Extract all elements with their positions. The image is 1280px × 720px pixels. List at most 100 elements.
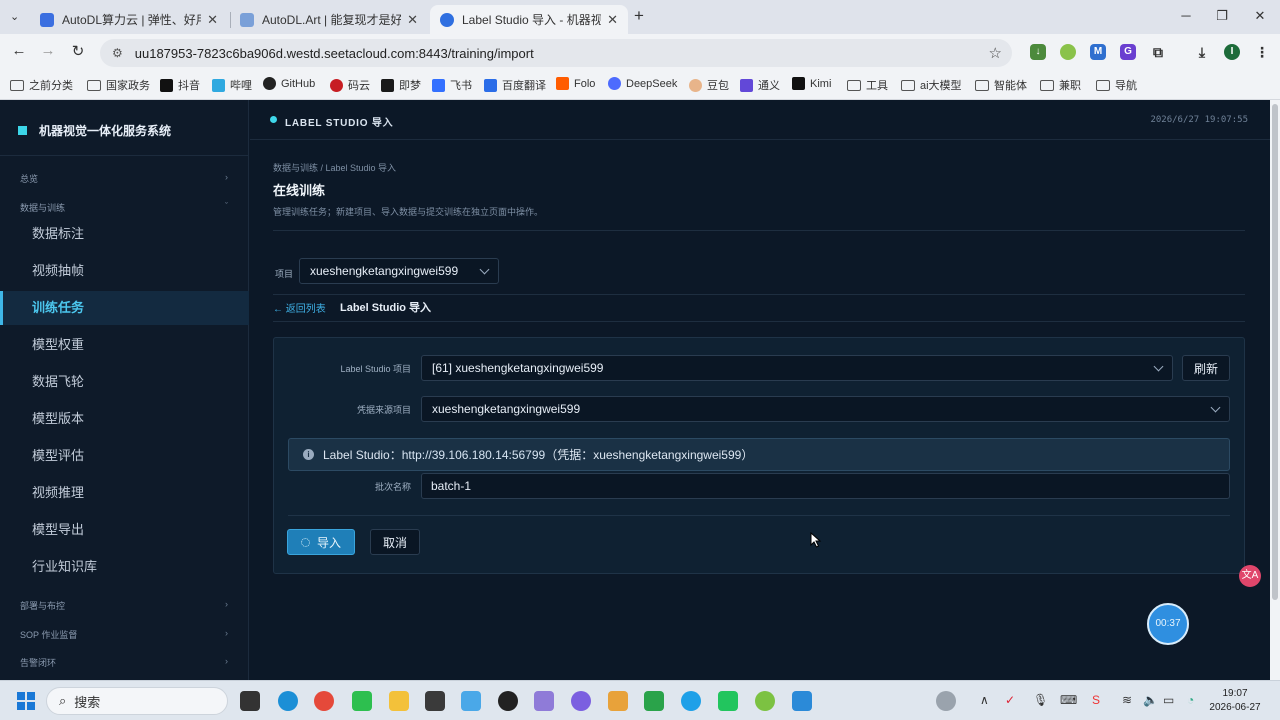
close-window-icon[interactable]: ✕ — [1250, 8, 1270, 24]
bookmark-link[interactable]: 通义 — [740, 77, 780, 93]
volume-icon[interactable]: 🔈 — [1143, 693, 1158, 707]
sidebar-item-annotation[interactable]: 数据标注 — [0, 217, 249, 251]
tray-app-icon[interactable]: ✓ — [1005, 693, 1015, 707]
sidebar-group-deploy[interactable]: 部署与布控 — [20, 599, 65, 612]
tray-app-icon[interactable]: S — [1092, 693, 1100, 707]
sidebar-item-knowledge-base[interactable]: 行业知识库 — [0, 550, 249, 584]
bookmark-link[interactable]: Kimi — [792, 77, 831, 90]
bookmark-folder[interactable]: 兼职 — [1040, 77, 1081, 93]
site-info-icon[interactable]: ⚙ — [112, 46, 123, 60]
back-to-list-link[interactable]: ← 返回列表 — [273, 300, 326, 315]
bookmark-link[interactable]: 飞书 — [432, 77, 472, 93]
bookmark-folder[interactable]: 导航 — [1096, 77, 1137, 93]
close-tab-icon[interactable]: ✕ — [407, 12, 418, 28]
task-view-icon[interactable] — [240, 691, 260, 711]
close-tab-icon[interactable]: ✕ — [607, 12, 618, 28]
sidebar-item-model-export[interactable]: 模型导出 — [0, 513, 249, 547]
project-select[interactable]: xueshengketangxingwei599 — [299, 258, 499, 284]
app-icon[interactable] — [718, 691, 738, 711]
app-icon[interactable] — [755, 691, 775, 711]
bookmark-link[interactable]: DeepSeek — [608, 77, 677, 90]
address-bar[interactable]: ⚙ uu187953-7823c6ba906d.westd.seetacloud… — [100, 39, 1012, 67]
wifi-icon[interactable]: ≋ — [1122, 693, 1132, 707]
tab-list-chevron-icon[interactable]: ⌄ — [10, 10, 19, 23]
bookmark-link[interactable]: 百度翻译 — [484, 77, 546, 93]
new-tab-button[interactable]: + — [634, 6, 644, 26]
sidebar-item-model-weights[interactable]: 模型权重 — [0, 328, 249, 362]
tray-app-icon[interactable]: ⌨ — [1060, 693, 1077, 707]
windows-start-icon[interactable] — [17, 692, 35, 710]
more-menu-icon[interactable]: ⋮ — [1254, 44, 1270, 60]
app-icon[interactable] — [792, 691, 812, 711]
chrome-icon[interactable] — [314, 691, 334, 711]
taskbar-clock[interactable]: 19:07 2026-06-27 — [1208, 687, 1262, 715]
sidebar-group-data-train[interactable]: 数据与训练 — [20, 201, 65, 214]
sidebar-group-sop[interactable]: SOP 作业监督 — [20, 628, 77, 641]
extension-leaf-icon[interactable] — [1060, 44, 1076, 60]
battery-icon[interactable]: ▭ — [1163, 693, 1174, 707]
tray-app-icon[interactable] — [936, 691, 956, 711]
edge-icon[interactable] — [278, 691, 298, 711]
bookmark-folder[interactable]: 之前分类 — [10, 77, 73, 93]
qq-icon[interactable] — [498, 691, 518, 711]
bookmark-folder[interactable]: 国家政务 — [87, 77, 150, 93]
bookmark-folder[interactable]: ai大模型 — [901, 77, 962, 93]
scrollbar-thumb[interactable] — [1272, 104, 1278, 600]
bookmark-link[interactable]: 码云 — [330, 77, 370, 93]
extension-markdown-icon[interactable]: M — [1090, 44, 1106, 60]
translate-icon[interactable]: 文A — [1239, 565, 1261, 587]
bookmark-folder[interactable]: 工具 — [847, 77, 888, 93]
restore-icon[interactable]: ❐ — [1212, 8, 1232, 24]
extension-download-icon[interactable]: ↓ — [1030, 44, 1046, 60]
chevron-right-icon[interactable]: › — [225, 656, 228, 666]
tray-app-icon[interactable]: ◔ — [1187, 693, 1194, 707]
bookmark-star-icon[interactable]: ☆ — [989, 44, 1002, 62]
extension-g-icon[interactable]: G — [1120, 44, 1136, 60]
microphone-icon[interactable]: 🎙 — [1033, 693, 1048, 707]
bookmark-folder[interactable]: 智能体 — [975, 77, 1027, 93]
page-scrollbar[interactable] — [1270, 100, 1280, 680]
downloads-icon[interactable]: ⤓ — [1194, 44, 1210, 60]
bookmark-link[interactable]: GitHub — [263, 77, 315, 90]
sidebar-item-video-inference[interactable]: 视频推理 — [0, 476, 249, 510]
app-icon[interactable] — [425, 691, 445, 711]
minimize-icon[interactable]: ─ — [1176, 8, 1196, 23]
forward-arrow-icon[interactable]: → — [38, 42, 58, 59]
sidebar-item-frame-extract[interactable]: 视频抽帧 — [0, 254, 249, 288]
file-explorer-icon[interactable] — [389, 691, 409, 711]
batch-name-input[interactable]: batch-1 — [421, 473, 1230, 499]
bookmark-link[interactable]: 即梦 — [381, 77, 421, 93]
sidebar-group-overview[interactable]: 总览 — [20, 172, 38, 185]
sidebar-item-model-versions[interactable]: 模型版本 — [0, 402, 249, 436]
browser-tab-label-studio[interactable]: Label Studio 导入 - 机器视觉 ✕ — [430, 5, 628, 34]
sidebar-item-training-tasks[interactable]: 训练任务 — [0, 291, 249, 325]
notepad-icon[interactable] — [461, 691, 481, 711]
refresh-button[interactable]: 刷新 — [1182, 355, 1230, 381]
ls-project-select[interactable]: [61] xueshengketangxingwei599 — [421, 355, 1173, 381]
profile-avatar[interactable]: I — [1224, 44, 1240, 60]
chevron-down-icon[interactable]: ˇ — [225, 201, 228, 211]
browser-tab-autodl[interactable]: AutoDL算力云 | 弹性、好用、 ✕ — [30, 5, 228, 34]
cancel-button[interactable]: 取消 — [370, 529, 420, 555]
app-icon[interactable] — [571, 691, 591, 711]
bookmark-link[interactable]: 抖音 — [160, 77, 200, 93]
chevron-right-icon[interactable]: › — [225, 628, 228, 638]
chevron-right-icon[interactable]: › — [225, 599, 228, 609]
app-icon[interactable] — [608, 691, 628, 711]
reload-icon[interactable]: ↻ — [68, 42, 88, 60]
sidebar-item-model-eval[interactable]: 模型评估 — [0, 439, 249, 473]
back-arrow-icon[interactable]: ← — [9, 42, 29, 59]
app-icon[interactable] — [644, 691, 664, 711]
sidebar-group-alarm[interactable]: 告警闭环 — [20, 656, 56, 669]
wechat-icon[interactable] — [352, 691, 372, 711]
sidebar-item-data-flywheel[interactable]: 数据飞轮 — [0, 365, 249, 399]
app-icon[interactable] — [681, 691, 701, 711]
cred-source-select[interactable]: xueshengketangxingwei599 — [421, 396, 1230, 422]
app-icon[interactable] — [534, 691, 554, 711]
extensions-puzzle-icon[interactable]: ⧉ — [1150, 44, 1166, 60]
close-tab-icon[interactable]: ✕ — [207, 12, 218, 28]
import-button[interactable]: 导入 — [287, 529, 355, 555]
bookmark-link[interactable]: Folo — [556, 77, 595, 90]
bookmark-link[interactable]: 豆包 — [689, 77, 729, 93]
browser-tab-autodl-art[interactable]: AutoDL.Art | 能复现才是好算 ✕ — [230, 5, 428, 34]
